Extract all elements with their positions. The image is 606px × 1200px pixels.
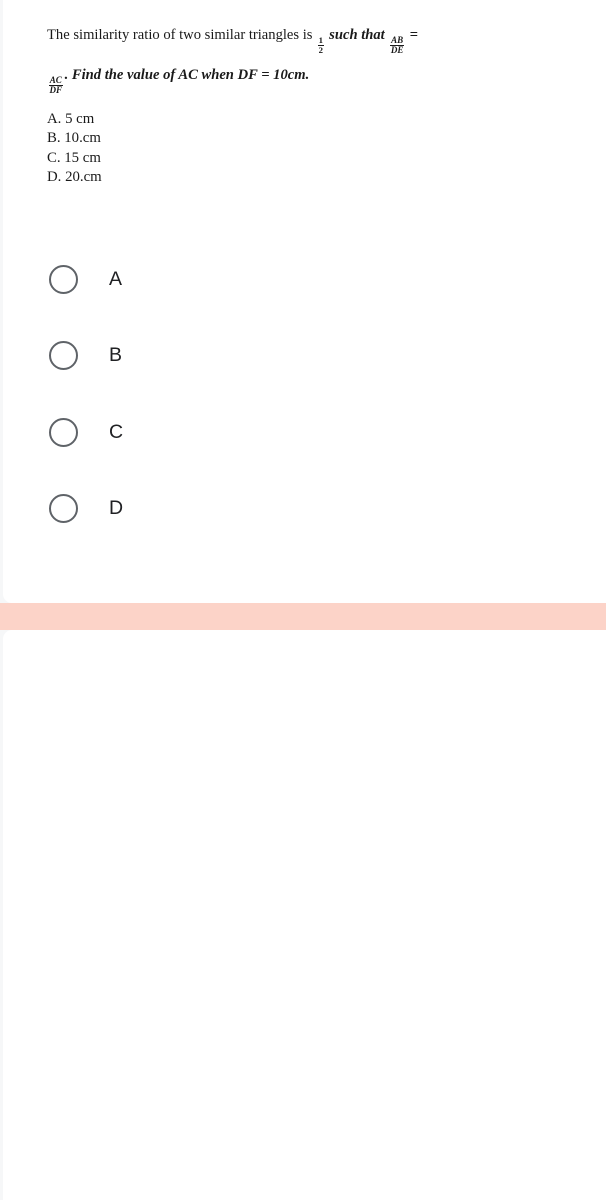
q1-option-text-c: C. 15 cm: [47, 149, 101, 166]
fraction-one-half: 12: [317, 34, 325, 55]
radio-circle-icon[interactable]: [49, 340, 78, 370]
q1-option-text-a: A. 5 cm: [47, 111, 95, 127]
q1-radio-label-d: D: [109, 496, 124, 519]
q1-stem-equals: =: [409, 27, 418, 43]
radio-circle-icon[interactable]: [49, 264, 78, 294]
q1-radio-option-d[interactable]: D: [49, 491, 123, 525]
q1-stem-text-part2: such that: [329, 27, 385, 43]
q1-option-text-d: D. 20.cm: [47, 169, 102, 186]
radio-circle-icon[interactable]: [49, 493, 78, 523]
question-1-stem: The similarity ratio of two similar tria…: [47, 28, 592, 96]
question-card-2: * If ΔABC~ΔDEF and the measure of angle …: [3, 630, 606, 1200]
question-card-1: The similarity ratio of two similar tria…: [3, 0, 606, 603]
q1-radio-option-c[interactable]: C: [49, 415, 123, 449]
q1-radio-label-c: C: [109, 420, 124, 443]
required-error-banner: [0, 603, 606, 630]
fraction-ac-df: AC DF: [48, 74, 64, 96]
q1-radio-label-a: A: [109, 267, 123, 290]
form-page: The similarity ratio of two similar tria…: [0, 0, 606, 1200]
fraction-ab-de: AB DE: [389, 34, 405, 56]
q1-option-text-b: B. 10.cm: [47, 130, 101, 147]
q1-stem-text-part1: The similarity ratio of two similar tria…: [47, 27, 313, 43]
question-1-option-text-list: A. 5 cm B. 10.cm C. 15 cm D. 20.cm: [47, 110, 102, 188]
q1-radio-option-a[interactable]: A: [49, 262, 122, 296]
radio-circle-icon[interactable]: [49, 417, 78, 447]
q1-stem-text-part3: . Find the value of AC when DF = 10cm.: [64, 66, 310, 83]
q1-radio-label-b: B: [109, 343, 123, 366]
q1-radio-option-b[interactable]: B: [49, 338, 122, 372]
